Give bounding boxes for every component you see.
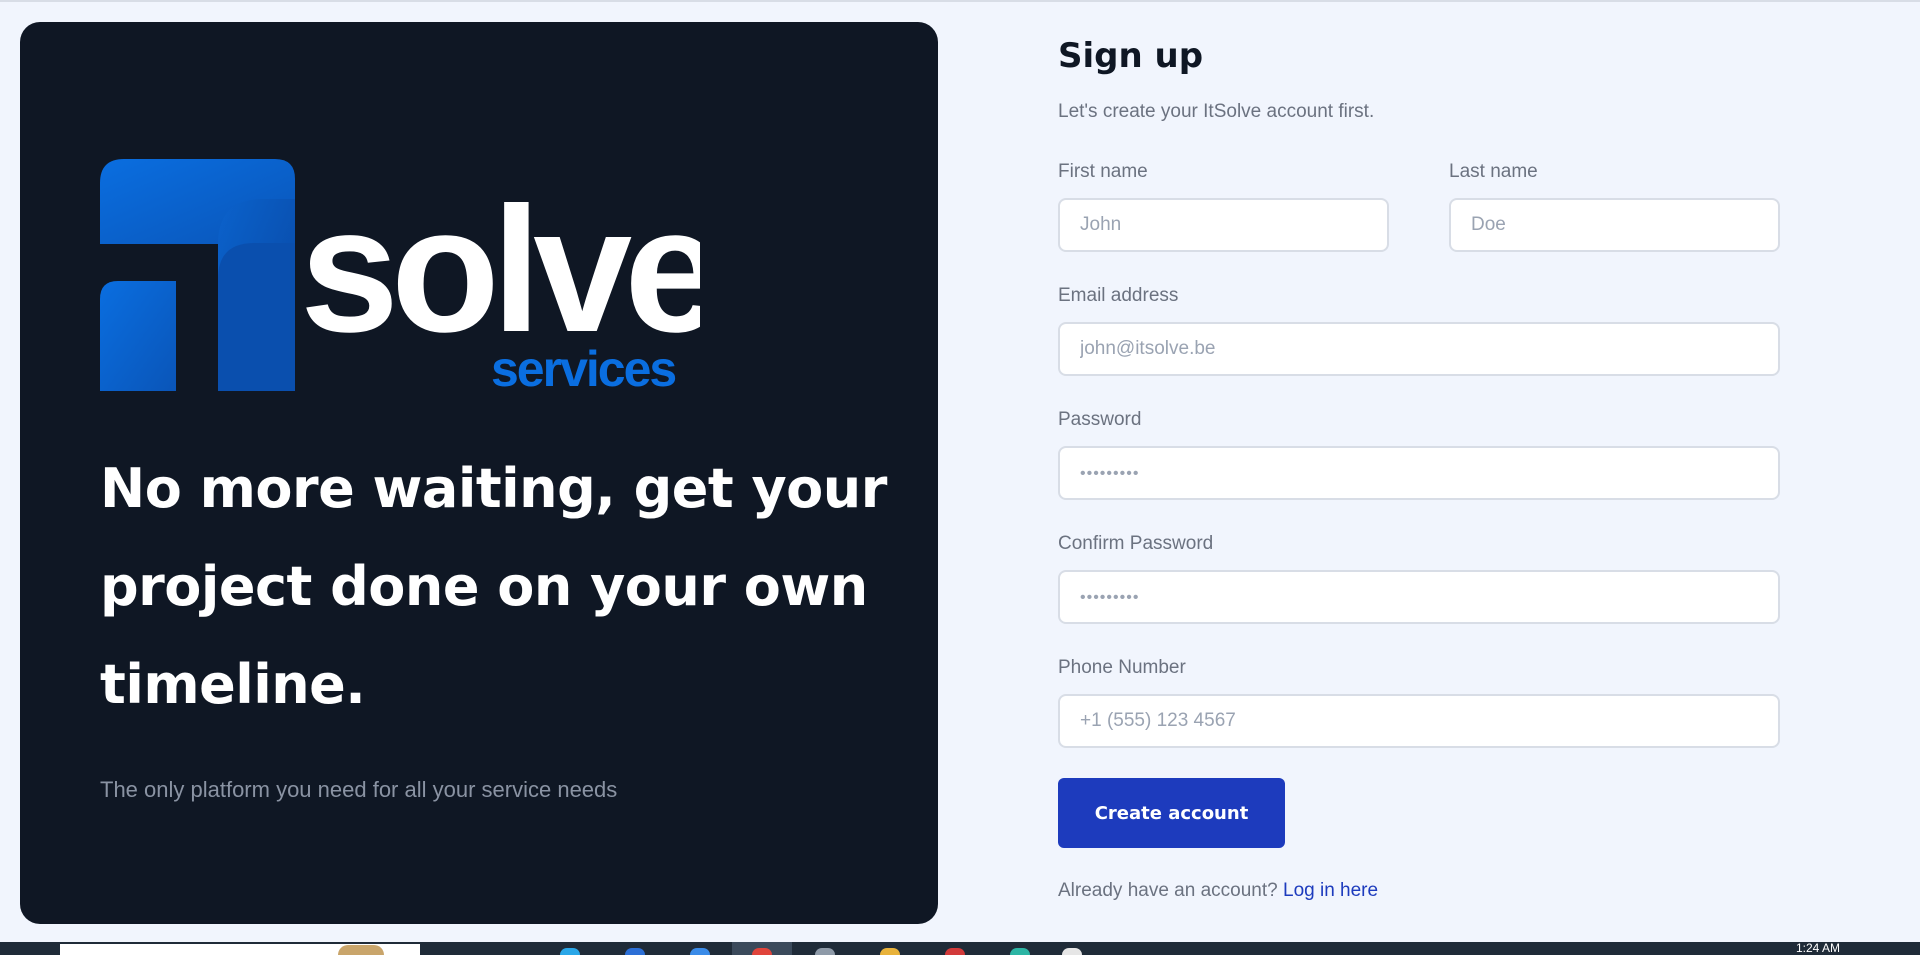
taskbar-app-icon[interactable] xyxy=(880,948,900,955)
hero-headline-line: timeline. xyxy=(100,653,366,716)
hero-tagline: The only platform you need for all your … xyxy=(100,777,618,802)
create-account-button[interactable]: Create account xyxy=(1058,778,1285,848)
itsolve-logo: solve services xyxy=(100,159,700,404)
taskbar-app-icon[interactable] xyxy=(1010,948,1030,955)
taskbar-app-icon[interactable] xyxy=(945,948,965,955)
taskbar-app-icon[interactable] xyxy=(815,948,835,955)
password-label: Password xyxy=(1058,409,1142,430)
hero-panel: solve services No more waiting, get your… xyxy=(20,22,938,924)
taskbar-app-icon[interactable] xyxy=(560,948,580,955)
taskbar-app-icon[interactable] xyxy=(625,948,645,955)
taskbar-browser-icon[interactable] xyxy=(752,948,772,955)
last-name-label: Last name xyxy=(1449,161,1538,182)
hero-headline-line: project done on your own xyxy=(100,555,868,618)
last-name-input[interactable] xyxy=(1449,198,1780,252)
taskbar-app-icon[interactable] xyxy=(1062,948,1082,955)
first-name-input[interactable] xyxy=(1058,198,1389,252)
password-input[interactable] xyxy=(1058,446,1780,500)
email-label: Email address xyxy=(1058,285,1179,306)
page-title: Sign up xyxy=(1058,36,1204,76)
logo-wordmark: solve xyxy=(300,170,700,369)
first-name-label: First name xyxy=(1058,161,1148,182)
page-subtitle: Let's create your ItSolve account first. xyxy=(1058,101,1375,122)
email-input[interactable] xyxy=(1058,322,1780,376)
login-prompt: Already have an account? Log in here xyxy=(1058,880,1378,902)
taskbar-clock[interactable]: 1:24 AM xyxy=(1796,942,1840,954)
hero-headline-line: No more waiting, get your xyxy=(100,457,887,520)
logo-subtitle: services xyxy=(491,341,675,397)
login-link[interactable]: Log in here xyxy=(1283,880,1378,901)
signup-form: Sign up Let's create your ItSolve accoun… xyxy=(1058,0,1780,940)
login-prompt-text: Already have an account? xyxy=(1058,880,1278,901)
os-taskbar: 1:24 AM xyxy=(0,942,1920,955)
confirm-password-label: Confirm Password xyxy=(1058,533,1214,554)
phone-input[interactable] xyxy=(1058,694,1780,748)
taskbar-search-decoration xyxy=(338,945,384,955)
taskbar-app-icon[interactable] xyxy=(690,948,710,955)
phone-label: Phone Number xyxy=(1058,657,1186,678)
confirm-password-input[interactable] xyxy=(1058,570,1780,624)
hero-headline: No more waiting, get your project done o… xyxy=(100,440,900,734)
itsolve-logo-mark: solve services xyxy=(100,159,700,397)
